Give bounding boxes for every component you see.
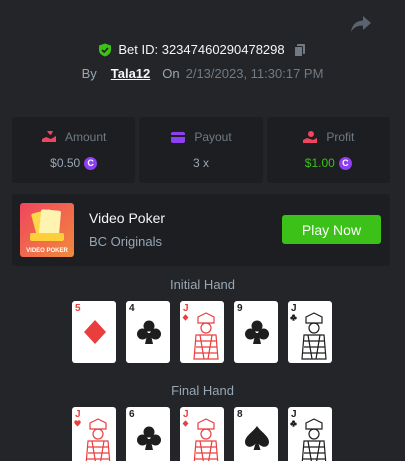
wallet-icon (171, 132, 186, 143)
club-suit-icon (290, 314, 297, 321)
card-rank: 4 (129, 303, 135, 314)
heart-suit-icon (74, 420, 81, 427)
playing-card: 8 (234, 407, 278, 461)
diamond-suit-icon (84, 320, 106, 344)
profit-value: $1.00 (304, 156, 335, 170)
amount-label: Amount (64, 130, 107, 144)
card-rank: J (183, 303, 189, 314)
profit-stat: Profit $1.00 C (266, 117, 390, 183)
game-card: VIDEO POKER Video Poker BC Originals Pla… (12, 194, 390, 266)
playing-card: J (180, 301, 224, 363)
payout-value: 3 x (192, 156, 209, 170)
playing-card: 9 (234, 301, 278, 363)
coin-icon: C (84, 156, 98, 170)
playing-card: 6 (126, 407, 170, 461)
payout-stat: Payout 3 x (139, 117, 263, 183)
club-suit-icon (245, 320, 269, 344)
jack-figure-icon (193, 312, 219, 360)
jack-figure-icon (193, 418, 219, 461)
playing-card: 4 (126, 301, 170, 363)
amount-stat: Amount $0.50 C (12, 117, 136, 183)
coin-icon: C (338, 156, 352, 170)
initial-hand: 5 4 J 9 J (72, 301, 332, 363)
play-now-button[interactable]: Play Now (282, 215, 381, 244)
jack-figure-icon (85, 418, 111, 461)
club-suit-icon (137, 320, 161, 344)
card-rank: J (291, 303, 297, 314)
bet-date: 2/13/2023, 11:30:17 PM (185, 66, 324, 81)
card-rank: 5 (75, 303, 81, 314)
on-label: On (162, 66, 180, 81)
share-icon[interactable] (350, 14, 372, 34)
bet-id-row: Bet ID: 32347460290478298 (0, 42, 405, 57)
game-provider: BC Originals (89, 234, 162, 249)
payout-label: Payout (194, 130, 232, 144)
by-label: By (81, 66, 97, 81)
game-name: Video Poker (89, 210, 166, 226)
jack-figure-icon (301, 312, 327, 360)
bet-meta-row: By Tala12 On 2/13/2023, 11:30:17 PM (0, 66, 405, 81)
spade-suit-icon (245, 426, 269, 450)
copy-icon[interactable] (293, 43, 307, 57)
playing-card: J (288, 407, 332, 461)
club-suit-icon (290, 420, 297, 427)
initial-hand-title: Initial Hand (169, 277, 236, 292)
playing-card: J (288, 301, 332, 363)
playing-card: J (180, 407, 224, 461)
bet-id: Bet ID: 32347460290478298 (118, 42, 285, 57)
video-poker-thumbnail[interactable]: VIDEO POKER (20, 203, 74, 257)
card-rank: 6 (129, 409, 135, 420)
playing-card: 5 (72, 301, 116, 363)
diamond-suit-icon (182, 314, 189, 321)
jack-figure-icon (301, 418, 327, 461)
club-suit-icon (137, 426, 161, 450)
card-rank: 8 (237, 409, 243, 420)
amount-icon (41, 131, 56, 142)
card-rank: J (75, 409, 81, 420)
diamond-suit-icon (182, 420, 189, 427)
final-hand: J 6 J 8 J (72, 407, 332, 461)
verified-shield-icon (99, 43, 112, 56)
card-rank: J (291, 409, 297, 420)
profit-icon (303, 131, 318, 143)
thumbnail-label: VIDEO POKER (26, 248, 68, 254)
stats-panel: Amount $0.50 C Payout 3 x Profit $1.00 C (12, 117, 390, 183)
username-link[interactable]: Tala12 (111, 66, 151, 81)
final-hand-title: Final Hand (171, 383, 234, 398)
card-rank: J (183, 409, 189, 420)
profit-label: Profit (326, 130, 355, 144)
card-rank: 9 (237, 303, 243, 314)
amount-value: $0.50 (50, 156, 81, 170)
playing-card: J (72, 407, 116, 461)
